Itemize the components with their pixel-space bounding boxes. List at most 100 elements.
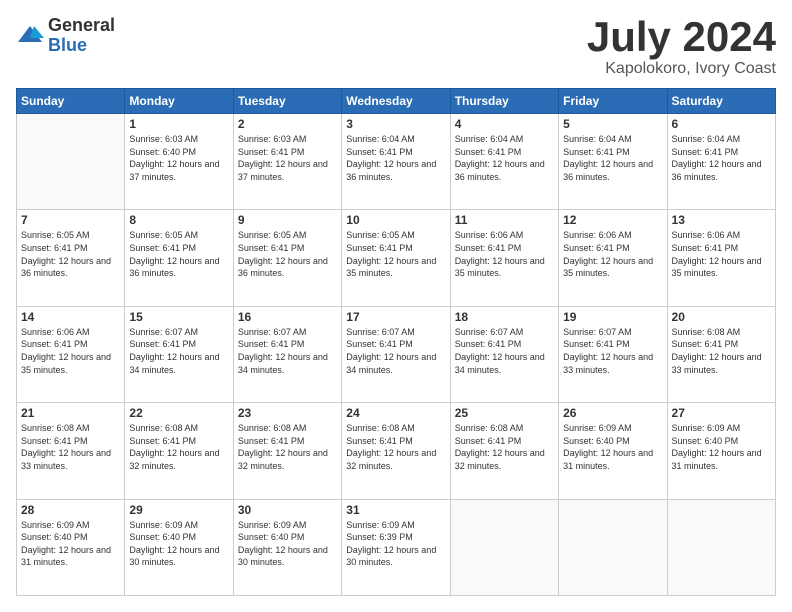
- calendar-cell: 9 Sunrise: 6:05 AMSunset: 6:41 PMDaylight…: [233, 210, 341, 306]
- day-info: Sunrise: 6:08 AMSunset: 6:41 PMDaylight:…: [455, 422, 554, 472]
- calendar-table: SundayMondayTuesdayWednesdayThursdayFrid…: [16, 88, 776, 596]
- calendar-week-row: 21Sunrise: 6:08 AMSunset: 6:41 PMDayligh…: [17, 403, 776, 499]
- day-info: Sunrise: 6:08 AMSunset: 6:41 PMDaylight:…: [346, 422, 445, 472]
- day-info: Sunrise: 6:06 AMSunset: 6:41 PMDaylight:…: [672, 229, 771, 279]
- logo-blue: Blue: [48, 36, 115, 56]
- logo-text: General Blue: [48, 16, 115, 56]
- calendar-week-row: 7 Sunrise: 6:05 AMSunset: 6:41 PMDaylight…: [17, 210, 776, 306]
- day-number: 6: [672, 117, 771, 131]
- calendar-cell: 7Sunrise: 6:05 AMSunset: 6:41 PMDaylight…: [17, 210, 125, 306]
- day-number: 15: [129, 310, 228, 324]
- calendar-cell: 13 Sunrise: 6:06 AMSunset: 6:41 PMDayligh…: [667, 210, 775, 306]
- day-info: Sunrise: 6:04 AMSunset: 6:41 PMDaylight:…: [563, 133, 662, 183]
- calendar-cell: 6 Sunrise: 6:04 AMSunset: 6:41 PMDaylight…: [667, 114, 775, 210]
- calendar-cell: 1 Sunrise: 6:03 AMSunset: 6:40 PMDaylight…: [125, 114, 233, 210]
- header: General Blue July 2024 Kapolokoro, Ivory…: [16, 16, 776, 78]
- calendar-cell: 28Sunrise: 6:09 AMSunset: 6:40 PMDayligh…: [17, 499, 125, 595]
- calendar-cell: 23Sunrise: 6:08 AMSunset: 6:41 PMDayligh…: [233, 403, 341, 499]
- day-number: 5: [563, 117, 662, 131]
- calendar-cell: 16 Sunrise: 6:07 AMSunset: 6:41 PMDayligh…: [233, 306, 341, 402]
- day-info: Sunrise: 6:04 AMSunset: 6:41 PMDaylight:…: [672, 133, 771, 183]
- calendar-day-header: Tuesday: [233, 89, 341, 114]
- day-number: 9: [238, 213, 337, 227]
- calendar-week-row: 14Sunrise: 6:06 AMSunset: 6:41 PMDayligh…: [17, 306, 776, 402]
- calendar-cell: 4 Sunrise: 6:04 AMSunset: 6:41 PMDaylight…: [450, 114, 558, 210]
- day-number: 27: [672, 406, 771, 420]
- day-info: Sunrise: 6:05 AMSunset: 6:41 PMDaylight:…: [129, 229, 228, 279]
- day-number: 31: [346, 503, 445, 517]
- day-number: 1: [129, 117, 228, 131]
- day-number: 26: [563, 406, 662, 420]
- location: Kapolokoro, Ivory Coast: [587, 60, 776, 78]
- day-number: 25: [455, 406, 554, 420]
- day-info: Sunrise: 6:07 AMSunset: 6:41 PMDaylight:…: [238, 326, 337, 376]
- day-number: 19: [563, 310, 662, 324]
- calendar-cell: 29Sunrise: 6:09 AMSunset: 6:40 PMDayligh…: [125, 499, 233, 595]
- day-number: 2: [238, 117, 337, 131]
- day-info: Sunrise: 6:05 AMSunset: 6:41 PMDaylight:…: [238, 229, 337, 279]
- day-number: 23: [238, 406, 337, 420]
- calendar-day-header: Wednesday: [342, 89, 450, 114]
- calendar-cell: 14Sunrise: 6:06 AMSunset: 6:41 PMDayligh…: [17, 306, 125, 402]
- day-number: 18: [455, 310, 554, 324]
- calendar-cell: 10Sunrise: 6:05 AMSunset: 6:41 PMDayligh…: [342, 210, 450, 306]
- day-number: 30: [238, 503, 337, 517]
- calendar-day-header: Monday: [125, 89, 233, 114]
- day-info: Sunrise: 6:08 AMSunset: 6:41 PMDaylight:…: [21, 422, 120, 472]
- calendar-cell: [17, 114, 125, 210]
- day-number: 4: [455, 117, 554, 131]
- day-number: 24: [346, 406, 445, 420]
- calendar-cell: 19Sunrise: 6:07 AMSunset: 6:41 PMDayligh…: [559, 306, 667, 402]
- calendar-cell: 8 Sunrise: 6:05 AMSunset: 6:41 PMDaylight…: [125, 210, 233, 306]
- day-info: Sunrise: 6:07 AMSunset: 6:41 PMDaylight:…: [346, 326, 445, 376]
- day-info: Sunrise: 6:03 AMSunset: 6:41 PMDaylight:…: [238, 133, 337, 183]
- day-info: Sunrise: 6:08 AMSunset: 6:41 PMDaylight:…: [672, 326, 771, 376]
- calendar-cell: [559, 499, 667, 595]
- day-info: Sunrise: 6:06 AMSunset: 6:41 PMDaylight:…: [455, 229, 554, 279]
- calendar-cell: 25 Sunrise: 6:08 AMSunset: 6:41 PMDayligh…: [450, 403, 558, 499]
- day-number: 11: [455, 213, 554, 227]
- day-info: Sunrise: 6:09 AMSunset: 6:39 PMDaylight:…: [346, 519, 445, 569]
- calendar-cell: 30 Sunrise: 6:09 AMSunset: 6:40 PMDayligh…: [233, 499, 341, 595]
- calendar-cell: 22 Sunrise: 6:08 AMSunset: 6:41 PMDayligh…: [125, 403, 233, 499]
- day-number: 22: [129, 406, 228, 420]
- page: General Blue July 2024 Kapolokoro, Ivory…: [0, 0, 792, 612]
- calendar-cell: [450, 499, 558, 595]
- calendar-cell: 11 Sunrise: 6:06 AMSunset: 6:41 PMDayligh…: [450, 210, 558, 306]
- day-info: Sunrise: 6:08 AMSunset: 6:41 PMDaylight:…: [129, 422, 228, 472]
- calendar-week-row: 28Sunrise: 6:09 AMSunset: 6:40 PMDayligh…: [17, 499, 776, 595]
- day-info: Sunrise: 6:09 AMSunset: 6:40 PMDaylight:…: [21, 519, 120, 569]
- day-number: 13: [672, 213, 771, 227]
- calendar-day-header: Thursday: [450, 89, 558, 114]
- calendar-cell: 18 Sunrise: 6:07 AMSunset: 6:41 PMDayligh…: [450, 306, 558, 402]
- calendar-cell: 26Sunrise: 6:09 AMSunset: 6:40 PMDayligh…: [559, 403, 667, 499]
- logo-general: General: [48, 16, 115, 36]
- day-info: Sunrise: 6:09 AMSunset: 6:40 PMDaylight:…: [238, 519, 337, 569]
- calendar-cell: 31 Sunrise: 6:09 AMSunset: 6:39 PMDayligh…: [342, 499, 450, 595]
- calendar-cell: [667, 499, 775, 595]
- day-number: 16: [238, 310, 337, 324]
- day-number: 17: [346, 310, 445, 324]
- day-info: Sunrise: 6:03 AMSunset: 6:40 PMDaylight:…: [129, 133, 228, 183]
- day-info: Sunrise: 6:06 AMSunset: 6:41 PMDaylight:…: [563, 229, 662, 279]
- day-info: Sunrise: 6:04 AMSunset: 6:41 PMDaylight:…: [455, 133, 554, 183]
- day-number: 8: [129, 213, 228, 227]
- title-section: July 2024 Kapolokoro, Ivory Coast: [587, 16, 776, 78]
- day-number: 10: [346, 213, 445, 227]
- calendar-header-row: SundayMondayTuesdayWednesdayThursdayFrid…: [17, 89, 776, 114]
- day-number: 29: [129, 503, 228, 517]
- calendar-cell: 5 Sunrise: 6:04 AMSunset: 6:41 PMDaylight…: [559, 114, 667, 210]
- calendar-cell: 12 Sunrise: 6:06 AMSunset: 6:41 PMDayligh…: [559, 210, 667, 306]
- calendar-day-header: Friday: [559, 89, 667, 114]
- day-number: 12: [563, 213, 662, 227]
- calendar-week-row: 1 Sunrise: 6:03 AMSunset: 6:40 PMDaylight…: [17, 114, 776, 210]
- day-info: Sunrise: 6:07 AMSunset: 6:41 PMDaylight:…: [455, 326, 554, 376]
- calendar-cell: 20 Sunrise: 6:08 AMSunset: 6:41 PMDayligh…: [667, 306, 775, 402]
- logo: General Blue: [16, 16, 115, 56]
- day-number: 20: [672, 310, 771, 324]
- month-title: July 2024: [587, 16, 776, 58]
- calendar-cell: 15Sunrise: 6:07 AMSunset: 6:41 PMDayligh…: [125, 306, 233, 402]
- calendar-cell: 2 Sunrise: 6:03 AMSunset: 6:41 PMDaylight…: [233, 114, 341, 210]
- day-number: 7: [21, 213, 120, 227]
- calendar-cell: 17 Sunrise: 6:07 AMSunset: 6:41 PMDayligh…: [342, 306, 450, 402]
